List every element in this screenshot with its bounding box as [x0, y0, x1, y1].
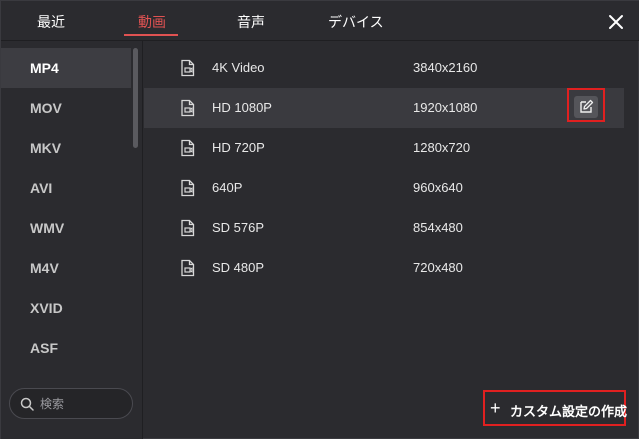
sidebar-divider: [142, 41, 143, 439]
preset-row-4k[interactable]: 4K Video 3840x2160: [144, 48, 624, 88]
search-input[interactable]: [38, 393, 132, 415]
preset-row-sd576[interactable]: SD 576P 854x480: [144, 208, 624, 248]
video-file-icon: [181, 139, 195, 157]
preset-row-640p[interactable]: 640P 960x640: [144, 168, 624, 208]
format-item-asf[interactable]: ASF: [1, 328, 131, 368]
preset-resolution: 960x640: [413, 180, 463, 195]
video-file-icon: [181, 259, 195, 277]
sidebar-scrollbar[interactable]: [133, 48, 138, 148]
search-box: [9, 388, 133, 419]
preset-row-sd480[interactable]: SD 480P 720x480: [144, 248, 624, 288]
format-item-m4v[interactable]: M4V: [1, 248, 131, 288]
preset-row-hd1080[interactable]: HD 1080P 1920x1080: [144, 88, 624, 128]
format-item-xvid[interactable]: XVID: [1, 288, 131, 328]
format-item-mov[interactable]: MOV: [1, 88, 131, 128]
close-icon: [609, 15, 623, 29]
preset-row-hd720[interactable]: HD 720P 1280x720: [144, 128, 624, 168]
tab-video[interactable]: 動画: [138, 11, 166, 35]
preset-resolution: 3840x2160: [413, 60, 478, 75]
format-item-mkv[interactable]: MKV: [1, 128, 131, 168]
video-file-icon: [181, 179, 195, 197]
plus-icon: +: [490, 398, 501, 418]
active-tab-indicator: [124, 34, 178, 36]
tab-recent[interactable]: 最近: [37, 11, 65, 35]
preset-resolution: 854x480: [413, 220, 463, 235]
edit-icon: [580, 99, 594, 113]
preset-resolution: 1280x720: [413, 140, 471, 155]
preset-name: 4K Video: [212, 60, 265, 75]
edit-preset-button[interactable]: [574, 96, 598, 118]
preset-name: SD 576P: [212, 220, 265, 235]
tab-audio[interactable]: 音声: [237, 11, 265, 35]
preset-name: HD 1080P: [212, 100, 272, 115]
search-icon: [20, 397, 34, 411]
create-custom-preset-button[interactable]: + カスタム設定の作成: [483, 390, 628, 426]
format-item-mp4[interactable]: MP4: [1, 48, 131, 88]
tab-bar: 最近 動画 音声 デバイス: [1, 1, 639, 41]
tab-device[interactable]: デバイス: [328, 11, 384, 35]
video-file-icon: [181, 219, 195, 237]
close-button[interactable]: [605, 11, 627, 33]
video-file-icon: [181, 59, 195, 77]
format-sidebar: MP4 MOV MKV AVI WMV M4V XVID ASF: [1, 41, 142, 439]
format-dialog: 最近 動画 音声 デバイス MP4 MOV MKV AVI WMV M4V XV…: [0, 0, 639, 439]
preset-name: HD 720P: [212, 140, 265, 155]
preset-name: 640P: [212, 180, 243, 195]
preset-resolution: 720x480: [413, 260, 463, 275]
format-item-wmv[interactable]: WMV: [1, 208, 131, 248]
create-custom-preset-label: カスタム設定の作成: [510, 404, 628, 419]
preset-name: SD 480P: [212, 260, 265, 275]
format-item-avi[interactable]: AVI: [1, 168, 131, 208]
preset-resolution: 1920x1080: [413, 100, 478, 115]
video-file-icon: [181, 99, 195, 117]
